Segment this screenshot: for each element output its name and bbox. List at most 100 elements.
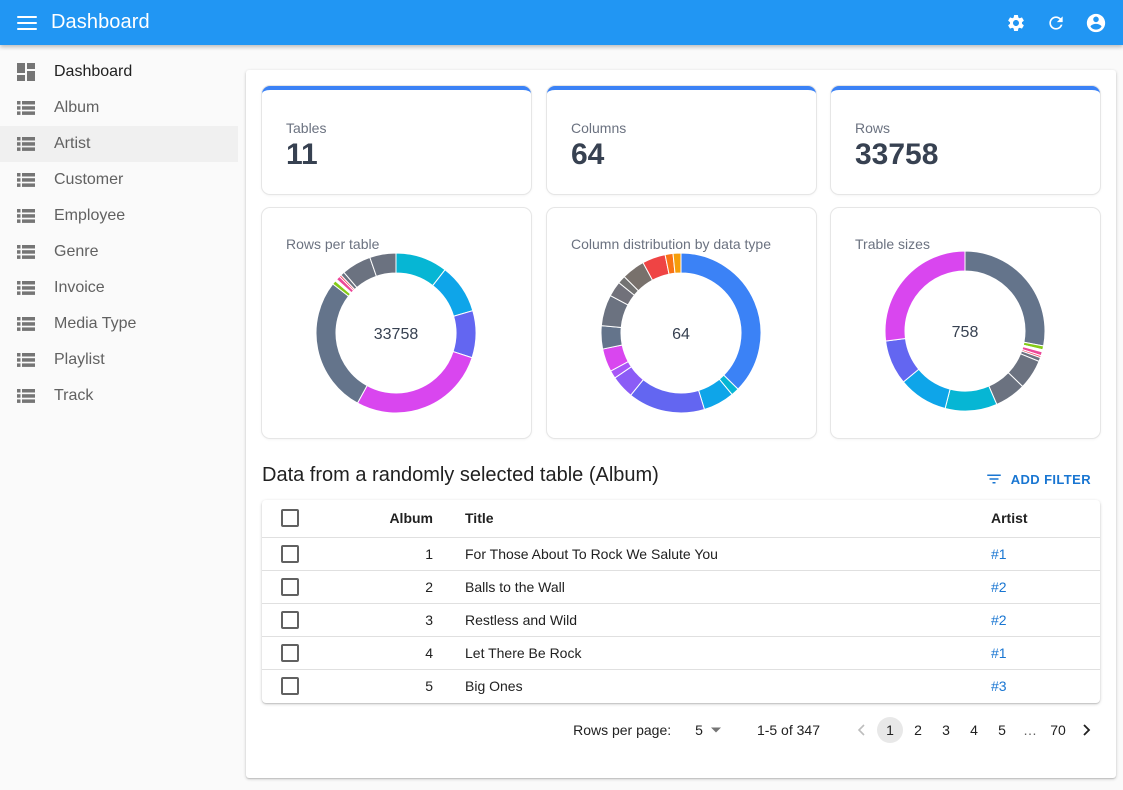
donut-slice-2[interactable] xyxy=(452,310,476,359)
page-button-5[interactable]: 5 xyxy=(989,717,1015,743)
sidebar-item-playlist[interactable]: Playlist xyxy=(0,342,238,378)
row-checkbox[interactable] xyxy=(281,676,299,695)
menu-icon[interactable] xyxy=(17,15,37,31)
row-checkbox[interactable] xyxy=(281,643,299,662)
page-button-3[interactable]: 3 xyxy=(933,717,959,743)
settings-icon[interactable] xyxy=(1005,12,1027,34)
next-page-button[interactable] xyxy=(1073,717,1099,743)
stat-card-tables: Tables 11 xyxy=(262,86,531,194)
page-range: 1-5 of 347 xyxy=(756,722,820,738)
sidebar-item-label: Playlist xyxy=(54,351,105,368)
sidebar-item-label: Customer xyxy=(54,171,124,188)
sidebar-item-label: Dashboard xyxy=(54,63,133,80)
donut-slice-14[interactable] xyxy=(672,253,682,274)
table-header-row: Album Title Artist xyxy=(262,500,1100,538)
donut-slice-7[interactable] xyxy=(601,325,623,350)
sidebar-item-dashboard[interactable]: Dashboard xyxy=(0,54,238,90)
chart-title: Trable sizes xyxy=(855,236,930,252)
sidebar: Dashboard Album Artist Customer Employee Genr… xyxy=(0,45,238,790)
sidebar-item-genre[interactable]: Genre xyxy=(0,234,238,270)
column-header-album[interactable]: Album xyxy=(318,500,465,538)
rows-per-page-select[interactable]: 5 xyxy=(695,722,721,738)
row-checkbox[interactable] xyxy=(281,544,299,563)
page-button-70[interactable]: 70 xyxy=(1045,717,1071,743)
section-title: Data from a randomly selected table (Alb… xyxy=(262,464,659,486)
sidebar-item-album[interactable]: Album xyxy=(0,90,238,126)
donut-chart-rows-per-table: 33758 xyxy=(316,253,476,413)
filter-icon xyxy=(986,474,1001,484)
donut-chart-column-distribution: 64 xyxy=(601,253,761,413)
donut-slice-0[interactable] xyxy=(680,253,761,390)
dashboard-icon xyxy=(17,63,35,81)
artist-link[interactable]: #1 xyxy=(991,546,1007,562)
stat-card-columns: Columns 64 xyxy=(547,86,816,194)
cell-title: For Those About To Rock We Salute You xyxy=(465,537,991,571)
list-icon xyxy=(17,279,35,297)
list-icon xyxy=(17,387,35,405)
sidebar-item-label: Album xyxy=(54,99,100,116)
artist-link[interactable]: #2 xyxy=(991,612,1007,628)
table-row[interactable]: 1 For Those About To Rock We Salute You #1 xyxy=(262,537,1100,571)
account-circle-icon[interactable] xyxy=(1085,12,1107,34)
app-bar: Dashboard xyxy=(0,0,1123,45)
donut-chart-table-sizes: 758 xyxy=(885,251,1045,411)
stat-value: 64 xyxy=(571,138,605,171)
donut-center-label: 64 xyxy=(672,326,690,343)
refresh-icon[interactable] xyxy=(1045,12,1067,34)
pagination-ellipsis: … xyxy=(1023,722,1037,738)
main-panel: Tables 11 Columns 64 Rows 33758 Rows per… xyxy=(246,70,1116,778)
sidebar-item-customer[interactable]: Customer xyxy=(0,162,238,198)
donut-center-label: 33758 xyxy=(374,326,419,343)
cell-album: 2 xyxy=(318,570,465,604)
table-row[interactable]: 5 Big Ones #3 xyxy=(262,669,1100,702)
table-row[interactable]: 3 Restless and Wild #2 xyxy=(262,603,1100,637)
cell-album: 1 xyxy=(318,537,465,571)
table-row[interactable]: 2 Balls to the Wall #2 xyxy=(262,570,1100,604)
rows-per-page-value: 5 xyxy=(695,722,703,738)
app-title: Dashboard xyxy=(51,11,150,33)
donut-slice-3[interactable] xyxy=(356,350,473,413)
sidebar-item-employee[interactable]: Employee xyxy=(0,198,238,234)
add-filter-label: ADD FILTER xyxy=(1010,471,1091,487)
cell-album: 5 xyxy=(425,677,433,694)
page-button-4[interactable]: 4 xyxy=(961,717,987,743)
sidebar-item-artist[interactable]: Artist xyxy=(0,126,238,162)
dropdown-arrow-icon xyxy=(710,727,721,733)
data-table: Album Title Artist 1 For Those About To R… xyxy=(262,500,1100,703)
donut-slice-8[interactable] xyxy=(944,385,998,411)
sidebar-item-track[interactable]: Track xyxy=(0,378,238,414)
cell-title: Big Ones xyxy=(465,677,523,694)
stat-value: 33758 xyxy=(855,138,939,171)
column-header-artist[interactable]: Artist xyxy=(991,500,1100,538)
row-checkbox[interactable] xyxy=(281,610,299,629)
cell-title: Let There Be Rock xyxy=(465,636,991,670)
table-row[interactable]: 4 Let There Be Rock #1 xyxy=(262,636,1100,670)
list-icon xyxy=(17,99,35,117)
artist-link[interactable]: #1 xyxy=(991,645,1007,661)
chevron-left-icon xyxy=(857,724,865,736)
artist-link[interactable]: #2 xyxy=(991,579,1007,595)
column-header-title[interactable]: Title xyxy=(465,500,991,538)
chart-title: Column distribution by data type xyxy=(571,236,771,252)
sidebar-item-invoice[interactable]: Invoice xyxy=(0,270,238,306)
rows-per-page-label: Rows per page: xyxy=(573,722,672,738)
cell-title: Balls to the Wall xyxy=(465,570,991,604)
donut-slice-4[interactable] xyxy=(316,283,368,404)
add-filter-button[interactable]: ADD FILTER xyxy=(985,470,1091,488)
sidebar-item-label: Track xyxy=(54,387,94,404)
chart-card-column-distribution: Column distribution by data type 64 xyxy=(547,208,816,438)
chart-title: Rows per table xyxy=(286,236,380,252)
stat-label: Columns xyxy=(571,120,627,136)
donut-slice-3[interactable] xyxy=(630,378,706,413)
page-button-2[interactable]: 2 xyxy=(905,717,931,743)
select-all-checkbox[interactable] xyxy=(281,509,299,528)
cell-album: 4 xyxy=(318,636,465,670)
previous-page-button[interactable] xyxy=(849,717,875,743)
chart-card-table-sizes: Trable sizes 758 xyxy=(831,208,1100,438)
sidebar-item-label: Invoice xyxy=(54,279,105,296)
artist-link[interactable]: #3 xyxy=(991,678,1007,694)
row-checkbox[interactable] xyxy=(281,577,299,596)
sidebar-item-media-type[interactable]: Media Type xyxy=(0,306,238,342)
page-button-1[interactable]: 1 xyxy=(877,717,903,743)
list-icon xyxy=(17,315,35,333)
